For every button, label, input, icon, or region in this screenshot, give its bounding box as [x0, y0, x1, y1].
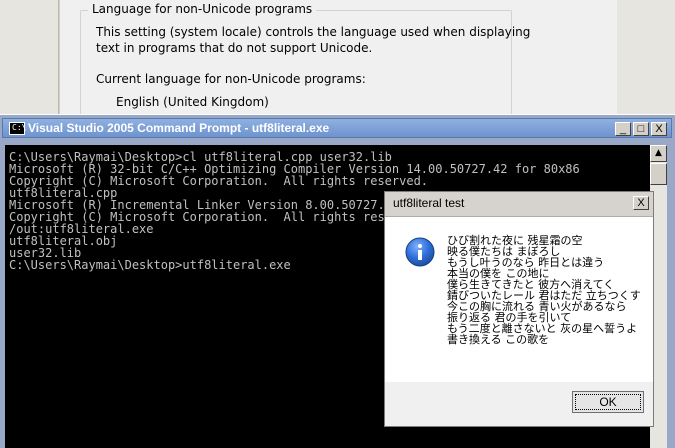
message-box-title: utf8literal test [393, 196, 465, 210]
background-left-strip [0, 0, 59, 120]
message-line: 書き換える この歌を [447, 333, 550, 346]
console-icon: C:\ [9, 122, 27, 135]
scroll-thumb[interactable] [650, 163, 667, 185]
message-lines: ひび割れた夜に 残星霜の空 映る僕たちは まぼろし もうし叶うのなら 昨日とは違う本… [447, 235, 641, 345]
locale-description-line1: This setting (system locale) controls th… [96, 25, 531, 39]
background-right-strip [616, 0, 675, 120]
message-box-close-button[interactable]: X [633, 196, 649, 210]
console-title: Visual Studio 2005 Command Prompt - utf8… [28, 121, 330, 135]
message-box-footer: OK [385, 382, 653, 426]
maximize-button[interactable]: □ [633, 122, 649, 136]
current-language-label: Current language for non-Unicode program… [96, 72, 366, 86]
close-button[interactable]: X [651, 122, 667, 136]
groupbox-title: Language for non-Unicode programs [88, 2, 317, 16]
console-titlebar[interactable]: C:\ Visual Studio 2005 Command Prompt - … [2, 118, 672, 138]
scroll-up-button[interactable]: ▲ [650, 145, 667, 162]
ok-button[interactable]: OK [572, 391, 644, 413]
message-box: utf8literal test X ひび割れた夜に 残星霜の空 映る僕たちは ま… [384, 191, 654, 427]
info-icon [405, 237, 435, 267]
current-language-value: English (United Kingdom) [116, 95, 269, 109]
minimize-button[interactable]: _ [615, 122, 631, 136]
locale-description-line2: text in programs that do not support Uni… [96, 41, 373, 55]
message-box-titlebar[interactable]: utf8literal test X [385, 192, 653, 217]
console-prompt-glyph: C:\ [12, 123, 27, 132]
message-box-content: ひび割れた夜に 残星霜の空 映る僕たちは まぼろし もうし叶うのなら 昨日とは違う本… [385, 217, 653, 382]
